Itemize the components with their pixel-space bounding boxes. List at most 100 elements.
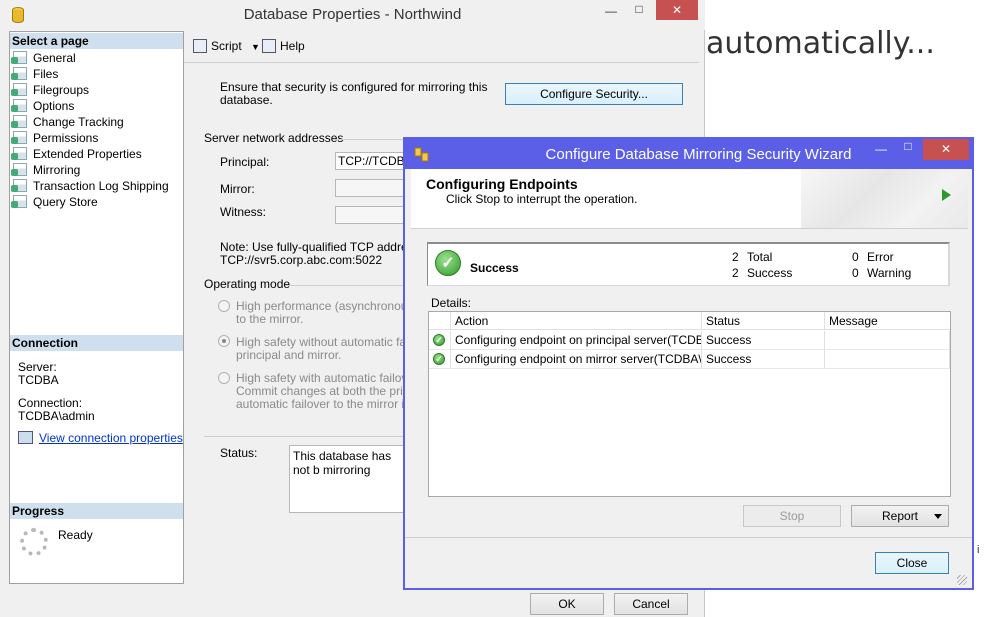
page-item-change-tracking[interactable]: Change Tracking xyxy=(11,114,124,130)
total-count: 2 xyxy=(732,250,739,264)
link-label: View connection properties xyxy=(39,431,183,445)
mode-description: automatic failover to the mirror if the xyxy=(236,397,428,411)
progress-status: Ready xyxy=(58,528,93,542)
details-label: Details: xyxy=(431,296,472,310)
page-item-label: Permissions xyxy=(33,131,99,145)
success-check-icon: ✓ xyxy=(435,250,461,276)
connection-value: TCDBA\admin xyxy=(18,409,95,423)
page-item-permissions[interactable]: Permissions xyxy=(11,130,99,146)
cancel-button[interactable]: Cancel xyxy=(614,593,688,615)
page-item-mirroring[interactable]: Mirroring xyxy=(11,162,80,178)
page-item-query-store[interactable]: Query Store xyxy=(11,194,98,210)
left-navigation-pane: Select a page General Files Filegroups O… xyxy=(9,31,184,584)
total-label: Total xyxy=(747,250,773,264)
page-item-transaction-log-shipping[interactable]: Transaction Log Shipping xyxy=(11,178,169,194)
note-line2: TCP://svr5.corp.abc.com:5022 xyxy=(220,253,383,267)
group-divider xyxy=(285,285,410,286)
page-item-label: Transaction Log Shipping xyxy=(33,179,169,193)
page-icon xyxy=(11,195,27,208)
page-icon xyxy=(11,147,27,160)
action-cell: Configuring endpoint on mirror server(TC… xyxy=(451,350,702,369)
high-safety-without-failover-radio[interactable] xyxy=(218,335,230,347)
grid-header-action[interactable]: Action xyxy=(451,312,702,330)
mirroring-security-wizard: Configure Database Mirroring Security Wi… xyxy=(403,137,974,590)
page-item-label: Query Store xyxy=(33,195,98,209)
error-label: Error xyxy=(867,250,894,264)
grid-header-status[interactable]: Status xyxy=(702,312,825,330)
mode-label: High safety with automatic failover ( xyxy=(236,371,426,385)
result-summary: ✓ Success 2 Total 2 Success 0 Error 0 Wa… xyxy=(427,242,950,286)
mode-label: High performance (asynchronous) - xyxy=(236,299,425,313)
server-label: Server: xyxy=(18,360,57,374)
page-item-filegroups[interactable]: Filegroups xyxy=(11,82,89,98)
minimize-button[interactable]: — xyxy=(600,4,622,20)
details-grid: Action Status Message ✓ Configuring endp… xyxy=(428,311,951,497)
mode-description: Commit changes at both the princip xyxy=(236,384,425,398)
resize-grip-icon[interactable] xyxy=(957,575,967,585)
connection-label: Connection: xyxy=(18,396,83,410)
page-icon xyxy=(11,67,27,80)
mirror-field[interactable] xyxy=(335,179,410,197)
close-window-button[interactable]: ✕ xyxy=(656,0,698,20)
page-icon xyxy=(11,179,27,192)
action-cell: Configuring endpoint on principal server… xyxy=(451,331,702,350)
page-item-label: Options xyxy=(33,99,75,113)
high-performance-radio[interactable] xyxy=(218,300,230,312)
status-divider xyxy=(204,436,404,437)
wizard-minimize-button[interactable]: — xyxy=(871,142,891,156)
grid-header-message[interactable]: Message xyxy=(825,312,950,330)
success-label: Success xyxy=(747,266,793,280)
status-cell: Success xyxy=(702,350,825,369)
chevron-down-icon: ▼ xyxy=(251,42,260,52)
principal-field[interactable]: TCP://TCDBA xyxy=(335,152,410,170)
background-page-heading: automatically... xyxy=(706,26,935,61)
page-icon xyxy=(11,131,27,144)
view-connection-properties-link[interactable]: View connection properties xyxy=(18,431,183,445)
page-item-files[interactable]: Files xyxy=(11,66,58,82)
footer-divider xyxy=(405,537,972,538)
wizard-title-bar: Configure Database Mirroring Security Wi… xyxy=(405,139,972,169)
report-label: Report xyxy=(882,509,919,523)
connection-header: Connection xyxy=(10,335,183,351)
help-icon xyxy=(262,39,276,53)
report-button[interactable]: Report xyxy=(851,505,949,527)
banner-subtitle: Click Stop to interrupt the operation. xyxy=(446,192,638,206)
ok-button[interactable]: OK xyxy=(530,593,604,615)
help-label: Help xyxy=(280,39,305,53)
high-safety-with-failover-radio[interactable] xyxy=(218,372,230,384)
witness-field[interactable] xyxy=(335,206,410,224)
wizard-close-window-button[interactable]: ✕ xyxy=(923,139,969,160)
group-divider xyxy=(333,139,413,140)
page-icon xyxy=(11,163,27,176)
chevron-down-icon xyxy=(934,514,942,519)
page-item-options[interactable]: Options xyxy=(11,98,75,114)
background-page-text: i xyxy=(977,544,980,556)
page-icon xyxy=(11,115,27,128)
maximize-button[interactable]: □ xyxy=(628,2,650,18)
page-item-label: Change Tracking xyxy=(33,115,124,129)
warning-count: 0 xyxy=(852,266,859,280)
wizard-maximize-button[interactable]: □ xyxy=(898,139,918,153)
configure-security-button[interactable]: Configure Security... xyxy=(505,83,683,105)
stop-button[interactable]: Stop xyxy=(743,505,841,527)
progress-spinner-icon xyxy=(20,528,48,556)
help-button[interactable]: Help xyxy=(262,39,305,53)
note-line1: Note: Use fully-qualified TCP addresses xyxy=(220,240,433,254)
mode-description: principal and mirror. xyxy=(236,348,342,362)
status-label: Status: xyxy=(220,446,258,460)
mode-description: to the mirror. xyxy=(236,312,304,326)
script-button[interactable]: Script ▼ xyxy=(193,39,260,53)
warning-label: Warning xyxy=(867,266,912,280)
page-icon xyxy=(11,99,27,112)
select-page-header: Select a page xyxy=(10,33,183,49)
mirror-label: Mirror: xyxy=(220,182,255,196)
page-item-extended-properties[interactable]: Extended Properties xyxy=(11,146,142,162)
summary-status: Success xyxy=(470,261,519,275)
banner-title: Configuring Endpoints xyxy=(426,176,578,192)
close-button[interactable]: Close xyxy=(875,552,949,574)
message-cell xyxy=(825,350,950,369)
play-arrow-icon xyxy=(942,189,951,201)
page-item-general[interactable]: General xyxy=(11,50,76,66)
script-label: Script xyxy=(211,39,242,53)
database-icon xyxy=(12,7,24,23)
